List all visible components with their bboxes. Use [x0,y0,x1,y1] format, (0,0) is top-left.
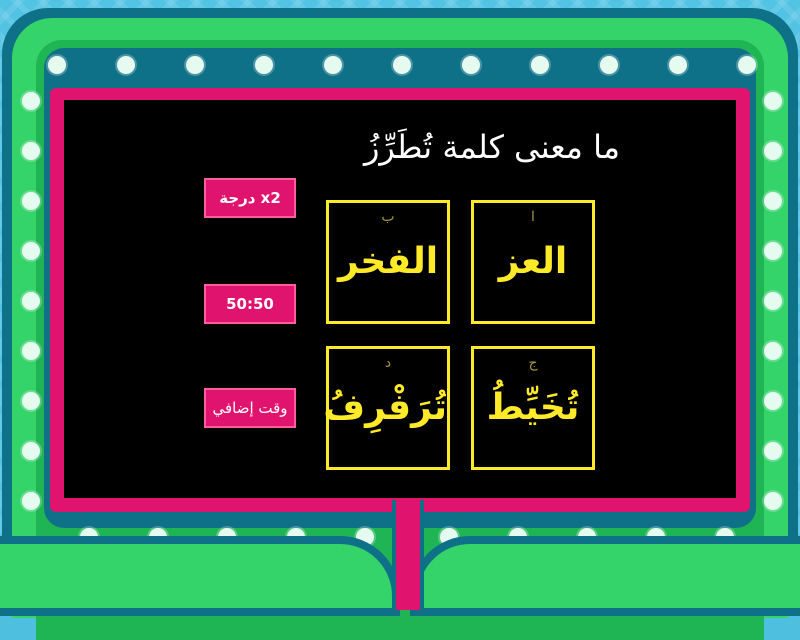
light-bulb [764,442,782,460]
answer-letter: د [384,355,392,371]
answer-text: تُرَفْرِفُ [323,387,447,428]
light-bulb [22,392,40,410]
answer-letter: ج [528,355,538,371]
light-bulb [669,56,687,74]
light-bulb [764,242,782,260]
answer-option-d[interactable]: د تُرَفْرِفُ [323,346,450,470]
light-bulb [22,292,40,310]
stand-stem [392,500,424,610]
light-bulb [764,342,782,360]
answer-option-a[interactable]: ا العز [471,200,595,324]
light-bulb [255,56,273,74]
light-bulb [324,56,342,74]
light-bulb [764,392,782,410]
light-bulb [764,292,782,310]
answer-letter: ب [381,209,395,225]
light-bulb [600,56,618,74]
light-bulb [738,56,756,74]
stand-left [0,536,400,616]
extra-time-button[interactable]: وقت إضافي [204,388,296,428]
light-bulb [186,56,204,74]
double-score-button[interactable]: x2 درجة [204,178,296,218]
answer-text: الفخر [337,241,439,282]
answer-letter: ا [531,209,535,225]
light-bulb [462,56,480,74]
answer-text: تُخَيِّطُ [486,387,580,428]
light-bulb [22,142,40,160]
light-bulb [764,192,782,210]
light-bulb [764,92,782,110]
light-bulb [22,92,40,110]
question-text: ما معنى كلمة تُطَرِّزُ [363,128,620,166]
light-bulb [22,192,40,210]
light-bulb [117,56,135,74]
light-bulb [22,492,40,510]
stand-right [410,536,800,616]
light-bulb [764,142,782,160]
light-bulb [764,492,782,510]
light-bulb [22,442,40,460]
light-bulb [22,342,40,360]
fifty-fifty-button[interactable]: 50:50 [204,284,296,324]
answer-option-b[interactable]: ب الفخر [326,200,450,324]
light-bulb [48,56,66,74]
light-bulb [531,56,549,74]
answer-option-c[interactable]: ج تُخَيِّطُ [471,346,595,470]
light-bulb [22,242,40,260]
light-bulb [393,56,411,74]
answer-text: العز [498,241,568,282]
